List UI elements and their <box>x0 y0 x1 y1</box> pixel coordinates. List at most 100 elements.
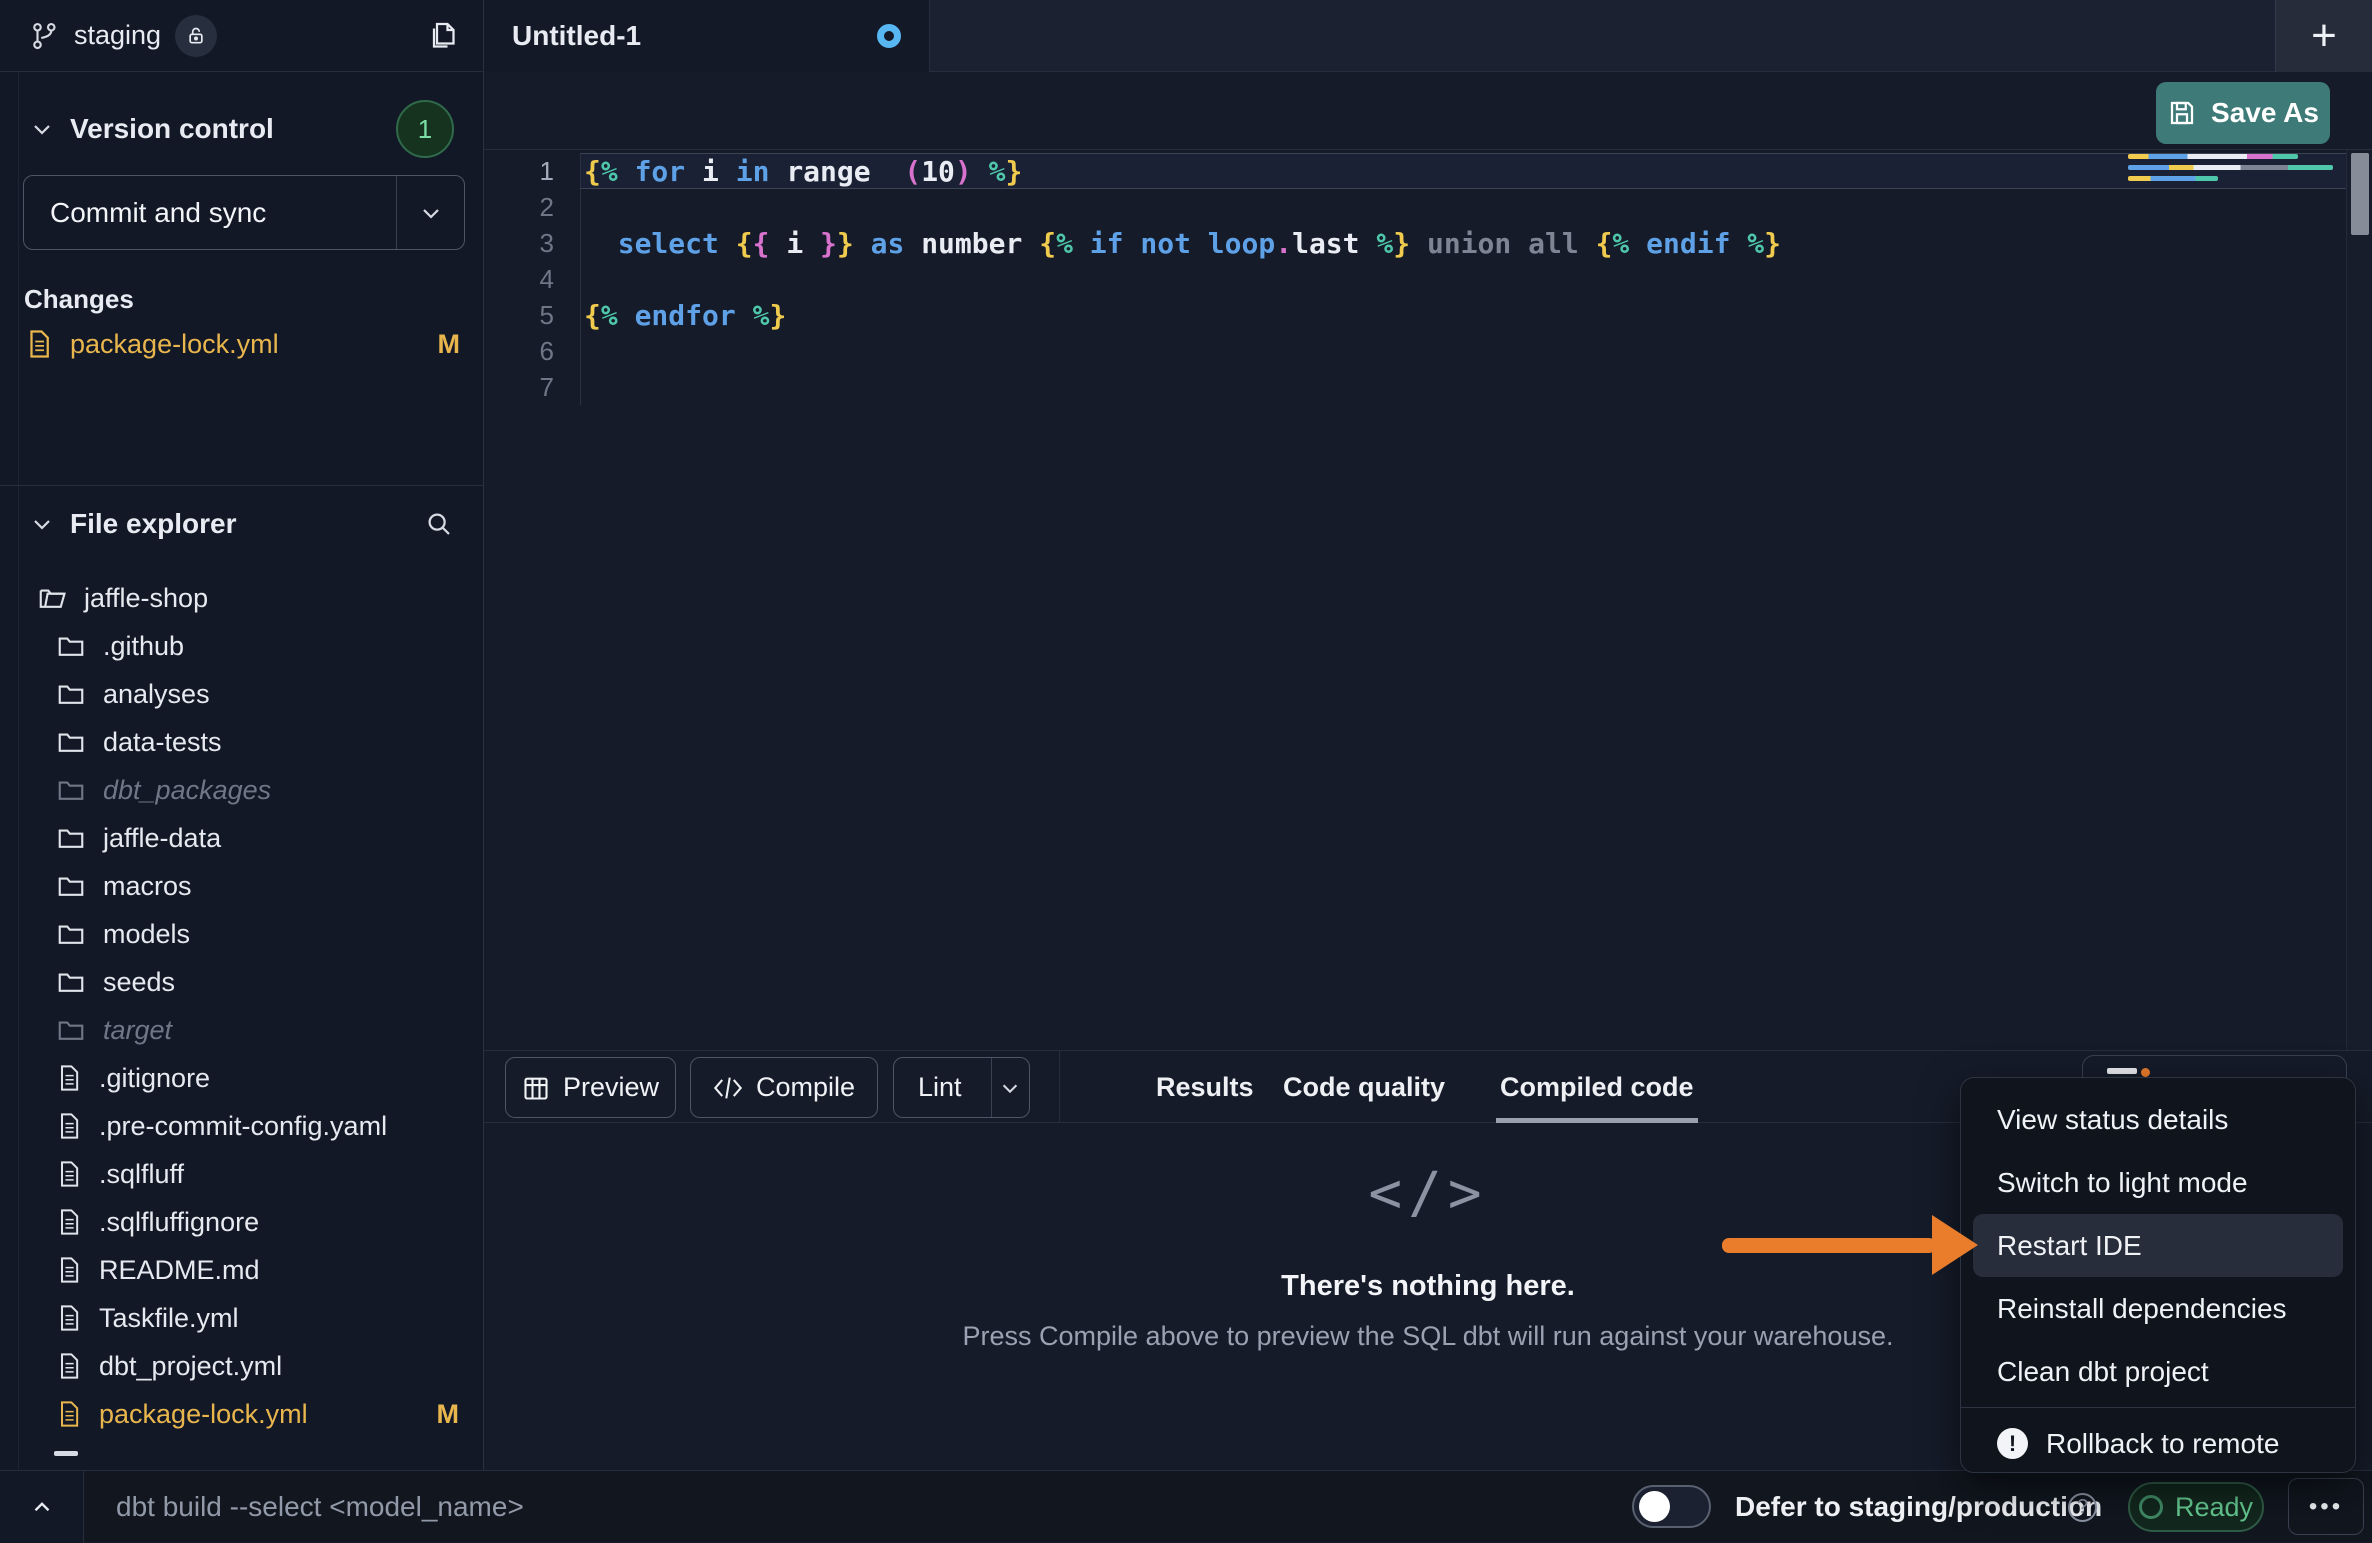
preview-label: Preview <box>563 1072 659 1103</box>
tab-compiled-code[interactable]: Compiled code <box>1500 1051 1694 1123</box>
item-name: target <box>103 1015 172 1046</box>
version-control-title: Version control <box>70 113 274 145</box>
defer-label: Defer to staging/production <box>1735 1471 2102 1543</box>
menu-item-restart-ide[interactable]: Restart IDE <box>1973 1214 2343 1277</box>
file-item-.gitignore[interactable]: .gitignore <box>0 1054 483 1102</box>
defer-toggle[interactable] <box>1632 1485 1711 1528</box>
sidebar: staging Version control 1 Commit and syn… <box>0 0 484 1470</box>
ide-options-button[interactable]: ••• <box>2288 1478 2364 1535</box>
menu-item-switch-to-light-mode[interactable]: Switch to light mode <box>1961 1151 2355 1214</box>
editor-scrollbar[interactable] <box>2346 150 2372 1050</box>
file-icon <box>55 1399 83 1429</box>
file-item-.sqlfluff[interactable]: .sqlfluff <box>0 1150 483 1198</box>
line-source <box>580 333 2346 369</box>
folder-icon <box>55 679 87 709</box>
menu-item-view-status-details[interactable]: View status details <box>1961 1088 2355 1151</box>
file-explorer-header[interactable]: File explorer <box>30 508 454 540</box>
code-line-3[interactable]: 3 select {{ i }} as number {% if not loo… <box>484 225 2346 261</box>
commit-and-sync-button[interactable]: Commit and sync <box>23 175 465 250</box>
copy-icon[interactable] <box>425 18 461 54</box>
folder-item-target[interactable]: target <box>0 1006 483 1054</box>
folder-item-data-tests[interactable]: data-tests <box>0 718 483 766</box>
save-icon <box>2167 98 2197 128</box>
file-icon <box>55 1351 83 1381</box>
folder-item-analyses[interactable]: analyses <box>0 670 483 718</box>
item-name: data-tests <box>103 727 222 758</box>
folder-item-macros[interactable]: macros <box>0 862 483 910</box>
ide-status-pill[interactable]: Ready <box>2128 1482 2264 1532</box>
menu-item-label: Restart IDE <box>1997 1230 2142 1262</box>
code-line-7[interactable]: 7 <box>484 369 2346 405</box>
minimap <box>2128 154 2340 187</box>
preview-button[interactable]: Preview <box>505 1057 676 1118</box>
compile-button[interactable]: Compile <box>690 1057 878 1118</box>
menu-item-clean-dbt-project[interactable]: Clean dbt project <box>1961 1340 2355 1403</box>
code-line-6[interactable]: 6 <box>484 333 2346 369</box>
folder-icon <box>36 583 68 613</box>
line-number: 5 <box>484 300 580 331</box>
file-tree: jaffle-shop.githubanalyses data-tests dbt_… <box>0 574 483 1438</box>
tab-title: Untitled-1 <box>512 20 641 52</box>
folder-icon <box>55 967 87 997</box>
folder-item-.github[interactable]: .github <box>0 622 483 670</box>
folder-item-seeds[interactable]: seeds <box>0 958 483 1006</box>
item-name: jaffle-data <box>103 823 221 854</box>
new-tab-button[interactable]: + <box>2275 0 2372 72</box>
file-icon <box>55 1207 83 1237</box>
code-line-4[interactable]: 4 <box>484 261 2346 297</box>
toggle-knob <box>1639 1491 1670 1522</box>
chevron-up-icon <box>29 1494 55 1520</box>
file-item-.pre-commit-config.yaml[interactable]: .pre-commit-config.yaml <box>0 1102 483 1150</box>
command-input[interactable]: dbt build --select <model_name> <box>116 1471 1516 1543</box>
code-line-2[interactable]: 2 <box>484 189 2346 225</box>
changes-count-badge: 1 <box>396 100 454 158</box>
version-control-header[interactable]: Version control 1 <box>30 100 454 158</box>
code-editor[interactable]: 1{% for i in range (10) %}23 select {{ i… <box>484 150 2372 1050</box>
menu-item-rollback-to-remote[interactable]: ! Rollback to remote <box>1961 1412 2355 1475</box>
folder-icon <box>55 631 87 661</box>
branch-lock-chip <box>175 15 217 57</box>
partial-file-row <box>54 1451 78 1456</box>
line-number: 3 <box>484 228 580 259</box>
lint-dropdown[interactable] <box>991 1058 1029 1117</box>
changed-file-row[interactable]: package-lock.yml M <box>24 322 460 366</box>
notification-dot <box>2141 1068 2150 1077</box>
file-icon <box>55 1255 83 1285</box>
save-as-button[interactable]: Save As <box>2156 82 2330 144</box>
file-icon <box>24 328 54 360</box>
scrollbar-thumb[interactable] <box>2351 153 2369 235</box>
menu-item-reinstall-dependencies[interactable]: Reinstall dependencies <box>1961 1277 2355 1340</box>
line-source: {% endfor %} <box>580 297 2346 333</box>
alert-icon: ! <box>1997 1428 2028 1459</box>
help-icon[interactable]: ? <box>2068 1493 2097 1522</box>
line-number: 7 <box>484 372 580 403</box>
editor-tab-bar: Untitled-1 + <box>484 0 2372 72</box>
line-number: 1 <box>484 156 580 187</box>
line-source: select {{ i }} as number {% if not loop.… <box>580 225 2346 261</box>
folder-item-models[interactable]: models <box>0 910 483 958</box>
expand-command-bar-button[interactable] <box>0 1471 84 1543</box>
tab-untitled-1[interactable]: Untitled-1 <box>484 0 930 72</box>
commit-options-dropdown[interactable] <box>396 176 464 249</box>
file-item-Taskfile.yml[interactable]: Taskfile.yml <box>0 1294 483 1342</box>
menu-item-label: Rollback to remote <box>2046 1428 2279 1460</box>
folder-item-jaffle-data[interactable]: jaffle-data <box>0 814 483 862</box>
line-number: 4 <box>484 264 580 295</box>
tab-results[interactable]: Results <box>1156 1051 1254 1123</box>
code-line-5[interactable]: 5{% endfor %} <box>484 297 2346 333</box>
file-item-dbt_project.yml[interactable]: dbt_project.yml <box>0 1342 483 1390</box>
line-number: 2 <box>484 192 580 223</box>
item-name: package-lock.yml <box>99 1399 308 1430</box>
lint-button[interactable]: Lint <box>893 1057 1030 1118</box>
chevron-down-icon <box>30 512 54 536</box>
file-item-README.md[interactable]: README.md <box>0 1246 483 1294</box>
code-line-1[interactable]: 1{% for i in range (10) %} <box>484 153 2346 189</box>
branch-row: staging <box>0 0 483 72</box>
search-icon[interactable] <box>424 509 454 539</box>
file-item-package-lock.yml[interactable]: package-lock.ymlM <box>0 1390 483 1438</box>
folder-item-dbt_packages[interactable]: dbt_packages <box>0 766 483 814</box>
tab-code-quality[interactable]: Code quality <box>1283 1051 1445 1123</box>
item-name: README.md <box>99 1255 260 1286</box>
folder-item-jaffle-shop[interactable]: jaffle-shop <box>0 574 483 622</box>
file-item-.sqlfluffignore[interactable]: .sqlfluffignore <box>0 1198 483 1246</box>
